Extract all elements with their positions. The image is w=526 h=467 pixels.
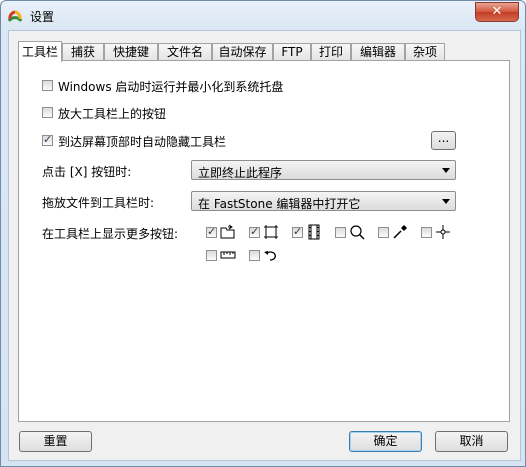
drag-action-select[interactable]: 在 FastStone 编辑器中打开它: [191, 191, 456, 211]
film-strip-icon: [308, 224, 320, 240]
chevron-down-icon: [442, 168, 450, 173]
undo-arrow-checkbox[interactable]: [249, 250, 260, 261]
ok-button[interactable]: 确定: [349, 431, 422, 452]
tab-autosave[interactable]: 自动保存: [212, 43, 273, 60]
app-logo-icon: [7, 10, 23, 22]
enlarge-buttons-checkbox[interactable]: [42, 107, 53, 118]
color-picker-checkbox[interactable]: [378, 227, 389, 238]
title-bar[interactable]: 设置 ✕: [1, 1, 525, 30]
window-title: 设置: [30, 10, 55, 24]
magnifier-checkbox[interactable]: [335, 227, 346, 238]
minimize-to-tray-label: Windows 启动时运行并最小化到系统托盘: [58, 80, 284, 94]
ruler-checkbox[interactable]: [206, 250, 217, 261]
crop-rectangle-checkbox[interactable]: [249, 225, 260, 238]
film-strip-checkbox[interactable]: [292, 225, 303, 238]
color-picker-icon: [393, 225, 407, 239]
close-action-select[interactable]: 立即终止此程序: [191, 160, 456, 180]
ruler-icon: [220, 251, 236, 259]
auto-hide-label: 到达屏幕顶部时自动隐藏工具栏: [58, 135, 227, 149]
tab-misc[interactable]: 杂项: [405, 43, 445, 60]
drag-action-label: 拖放文件到工具栏时:: [42, 196, 155, 210]
tab-toolbar[interactable]: 工具栏: [18, 41, 62, 62]
toolbar-settings-panel: Windows 启动时运行并最小化到系统托盘 放大工具栏上的按钮 到达屏幕顶部时…: [18, 60, 510, 422]
open-folder-checkbox[interactable]: [206, 225, 217, 238]
drag-action-value: 在 FastStone 编辑器中打开它: [198, 197, 361, 211]
close-action-value: 立即终止此程序: [198, 166, 283, 180]
reset-button[interactable]: 重置: [19, 431, 92, 452]
tab-filename[interactable]: 文件名: [158, 43, 212, 60]
tab-capture[interactable]: 捕获: [62, 43, 104, 60]
magnifier-icon: [350, 225, 365, 240]
auto-hide-settings-button[interactable]: ...: [431, 131, 456, 150]
tab-editor[interactable]: 编辑器: [351, 43, 405, 60]
crosshair-icon: [436, 225, 450, 239]
chevron-down-icon: [442, 199, 450, 204]
close-button[interactable]: ✕: [475, 2, 519, 22]
enlarge-buttons-label: 放大工具栏上的按钮: [58, 107, 167, 121]
open-folder-icon: [220, 224, 235, 239]
more-buttons-label: 在工具栏上显示更多按钮:: [42, 227, 179, 241]
tab-hotkeys[interactable]: 快捷键: [104, 43, 158, 60]
cancel-button[interactable]: 取消: [435, 431, 508, 452]
close-action-label: 点击 [X] 按钮时:: [42, 165, 132, 179]
tab-print[interactable]: 打印: [311, 43, 351, 60]
undo-arrow-icon: [264, 251, 276, 261]
dialog-body: 工具栏 捕获 快捷键 文件名 自动保存 FTP 打印 编辑器 杂项 Window…: [8, 30, 521, 461]
crop-rectangle-icon: [264, 225, 278, 239]
minimize-to-tray-checkbox[interactable]: [42, 80, 53, 91]
crosshair-checkbox[interactable]: [421, 227, 432, 238]
auto-hide-checkbox[interactable]: [42, 133, 53, 146]
tab-ftp[interactable]: FTP: [273, 43, 311, 60]
settings-window: 设置 ✕ 工具栏 捕获 快捷键 文件名 自动保存 FTP 打印 编辑器 杂项 W…: [0, 0, 526, 467]
